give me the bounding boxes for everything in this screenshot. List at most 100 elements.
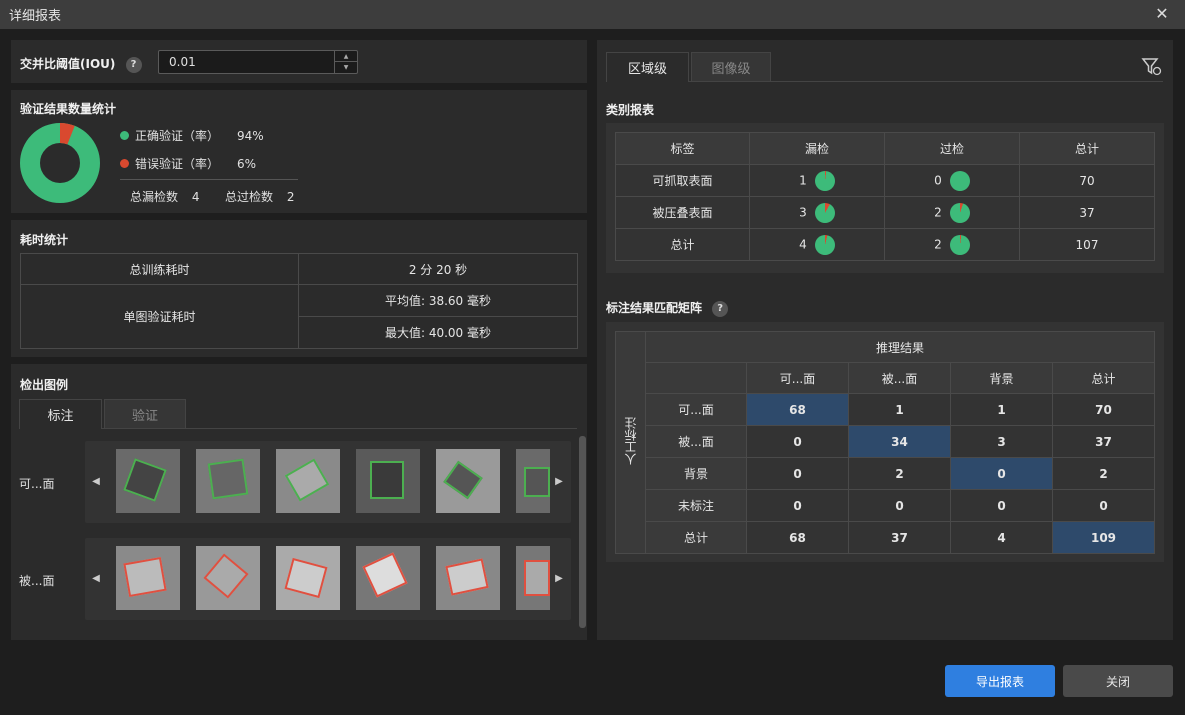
prev-arrow-icon[interactable]: ◀ [89,538,103,618]
over-count: 总过检数 2 [225,188,294,205]
thumbnail[interactable] [196,546,260,610]
thumbnail[interactable] [356,449,420,513]
over-pie [949,170,970,191]
title-bar: 详细报表 ✕ [0,0,1185,29]
matrix-cell: 0 [848,489,951,522]
matrix-col-header: 可...面 [746,362,849,394]
example-row-label-2: 被...面 [19,574,55,588]
cat-over-cell: 2 [884,228,1020,261]
cat-total: 70 [1019,164,1155,197]
help-icon[interactable]: ? [125,56,142,73]
thumbnail[interactable] [516,546,550,610]
thumbnail[interactable] [516,449,550,513]
tab-verify[interactable]: 验证 [104,399,186,429]
legend-wrong: 错误验证（率） 6% [120,155,256,172]
miss-count: 总漏检数 4 [130,188,199,205]
thumbnail[interactable] [276,449,340,513]
table-row: 背景 0 2 0 2 [616,457,1155,490]
correct-label: 正确验证（率） [135,129,220,143]
filter-icon[interactable] [1141,57,1163,77]
cat-header: 标签 [615,132,750,165]
next-arrow-icon[interactable]: ▶ [552,441,566,521]
over-value: 2 [286,190,295,204]
cat-header: 漏检 [749,132,885,165]
cat-miss-cell: 4 [749,228,885,261]
matrix-cell: 70 [1052,393,1155,426]
thumbnail[interactable] [276,546,340,610]
table-row: 被...面 0 34 3 37 [616,425,1155,458]
next-arrow-icon[interactable]: ▶ [552,538,566,618]
single-label: 单图验证耗时 [20,284,299,349]
spin-down-icon[interactable]: ▼ [335,62,357,73]
avg-value: 平均值: 38.60 毫秒 [298,284,578,317]
matrix-cell: 3 [950,425,1053,458]
timing-table: 总训练耗时 2 分 20 秒 单图验证耗时 平均值: 38.60 毫秒 最大值:… [20,253,578,349]
iou-spinbox: ▲ ▼ [158,50,358,74]
cat-over: 0 [934,173,942,187]
category-title: 类别报表 [606,103,655,117]
cat-over-cell: 0 [884,164,1020,197]
tab-region-level[interactable]: 区域级 [606,52,689,82]
matrix-row-label: 被...面 [645,425,747,458]
matrix-cell: 0 [950,457,1053,490]
thumbnail[interactable] [436,546,500,610]
miss-pie [814,170,835,191]
miss-pie [814,202,835,223]
cat-header: 过检 [884,132,1020,165]
cat-total: 107 [1019,228,1155,261]
tab-underline [102,428,577,429]
top-header: 推理结果 [645,331,1155,363]
close-button[interactable]: 关闭 [1063,665,1173,697]
thumbnail[interactable] [116,449,180,513]
matrix-cell: 2 [1052,457,1155,490]
examples-scrollbar[interactable] [579,436,586,628]
verify-title: 验证结果数量统计 [20,102,117,116]
matrix-row-label: 总计 [645,521,747,554]
cat-miss: 1 [799,173,807,187]
cat-over: 2 [934,205,942,219]
cat-miss: 3 [799,205,807,219]
table-row: 可...面 68 1 1 70 [616,393,1155,426]
right-tab-underline [689,81,1163,82]
close-icon[interactable]: ✕ [1153,5,1171,23]
matrix-col-header: 背景 [950,362,1053,394]
matrix-cell: 37 [848,521,951,554]
thumbnail[interactable] [116,546,180,610]
miss-pie [814,234,835,255]
prev-arrow-icon[interactable]: ◀ [89,441,103,521]
tab-label[interactable]: 标注 [19,399,102,429]
help-icon[interactable]: ? [712,300,729,317]
corner-cell [645,362,747,394]
matrix-cell: 0 [950,489,1053,522]
wrong-label: 错误验证（率） [135,157,220,171]
matrix-cell: 1 [848,393,951,426]
side-header-cell: 人工标注 [615,331,646,554]
cat-header: 总计 [1019,132,1155,165]
matrix-cell: 0 [1052,489,1155,522]
examples-title: 检出图例 [20,378,69,392]
matrix-row-label: 未标注 [645,489,747,522]
cat-over-cell: 2 [884,196,1020,229]
matrix-cell: 1 [950,393,1053,426]
cat-label: 被压叠表面 [615,196,750,229]
iou-label-text: 交并比阈值(IOU) [20,57,116,71]
table-row: 可抓取表面 1 0 70 [615,164,1155,197]
matrix-cell: 4 [950,521,1053,554]
wrong-value: 6% [237,156,257,171]
matrix-title: 标注结果匹配矩阵 ? [606,299,729,317]
spin-up-icon[interactable]: ▲ [335,51,357,62]
iou-input[interactable] [159,51,334,73]
thumbnail[interactable] [356,546,420,610]
thumbnail[interactable] [196,449,260,513]
export-button[interactable]: 导出报表 [945,665,1055,697]
matrix-row-label: 背景 [645,457,747,490]
tab-image-level[interactable]: 图像级 [691,52,771,82]
wrong-dot-icon [120,159,129,168]
cat-miss-cell: 1 [749,164,885,197]
matrix-cell: 109 [1052,521,1155,554]
category-table: 标签 漏检 过检 总计 可抓取表面 1 0 70 被压叠表面 3 2 37 总计… [615,132,1155,261]
matrix-cell: 34 [848,425,951,458]
correct-value: 94% [237,128,264,143]
miss-value: 4 [191,190,200,204]
thumbnail[interactable] [436,449,500,513]
